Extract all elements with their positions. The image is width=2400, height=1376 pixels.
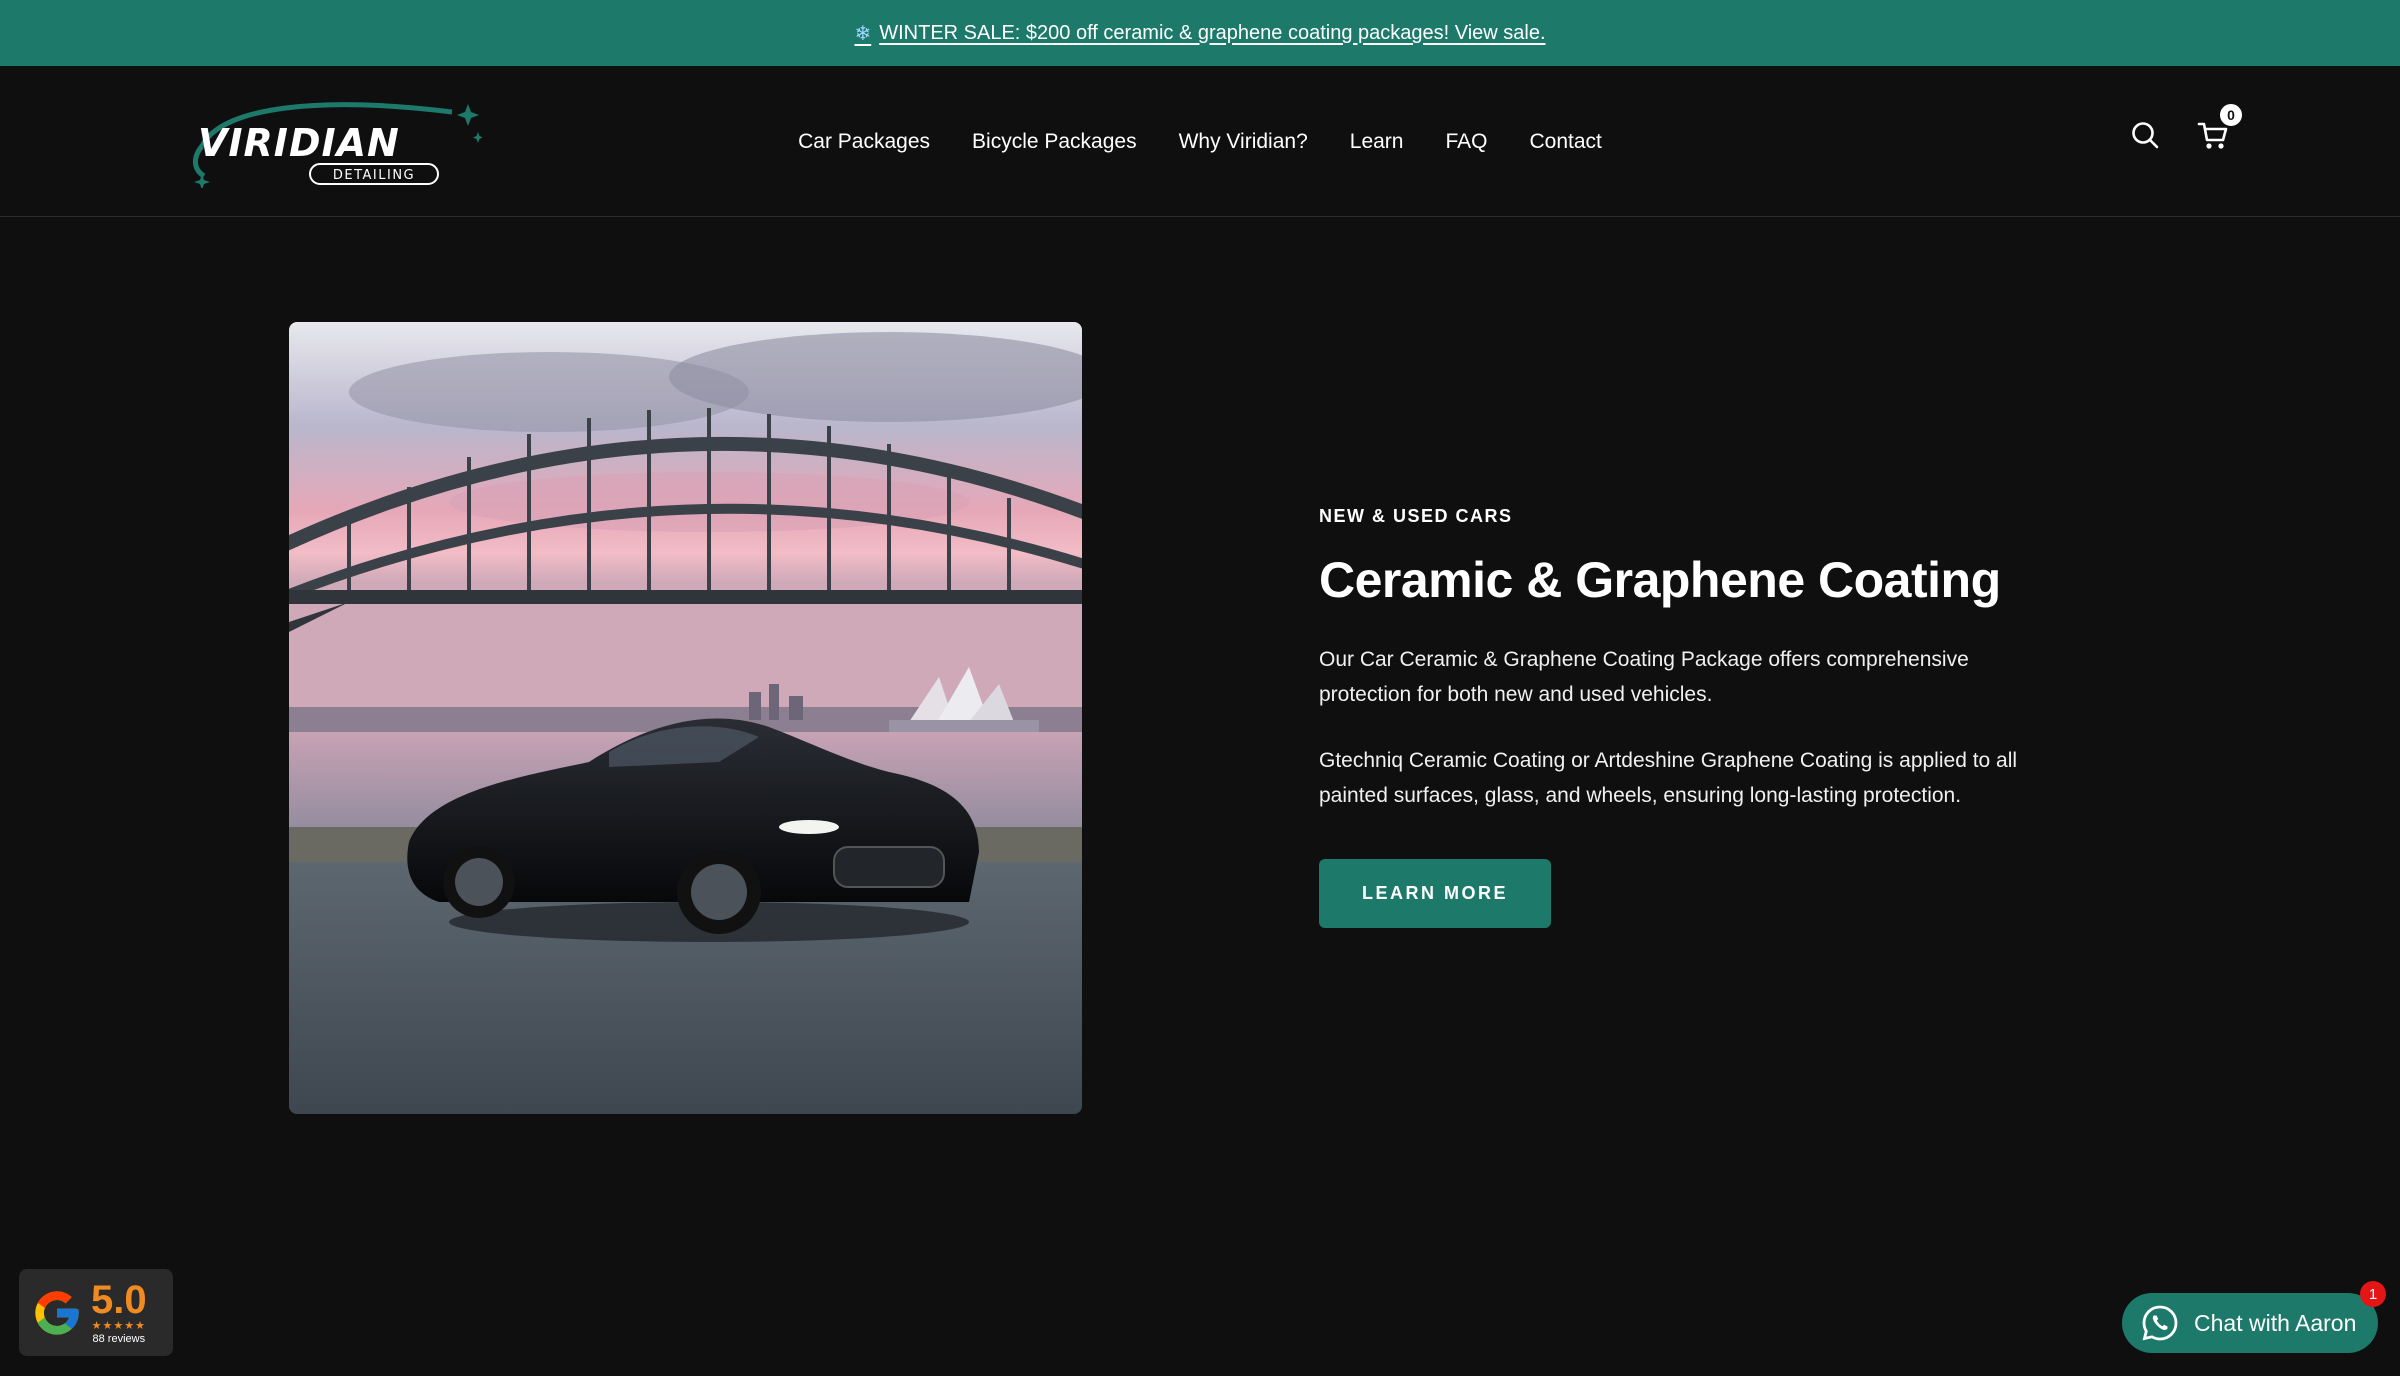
chat-notification-badge: 1 xyxy=(2360,1281,2386,1307)
star-rating-icon: ★★★★★ xyxy=(91,1319,146,1332)
google-review-count: 88 reviews xyxy=(92,1332,146,1345)
hero-content: NEW & USED CARS Ceramic & Graphene Coati… xyxy=(1319,506,2039,928)
nav-item-contact[interactable]: Contact xyxy=(1530,130,1602,154)
google-g-icon xyxy=(35,1290,79,1335)
logo-graphic: VIRIDIAN DETAILING xyxy=(193,102,483,190)
whatsapp-icon xyxy=(2142,1305,2178,1341)
hero-paragraph-2: Gtechniq Ceramic Coating or Artdeshine G… xyxy=(1319,749,2018,807)
brand-logo[interactable]: VIRIDIAN DETAILING xyxy=(182,98,483,190)
hero-car-bridge-illustration xyxy=(289,322,1082,1114)
google-reviews-badge[interactable]: 5.0 ★★★★★ 88 reviews xyxy=(19,1269,173,1356)
logo-subtext: DETAILING xyxy=(333,168,415,183)
cart-count-badge: 0 xyxy=(2218,102,2244,128)
nav-item-faq[interactable]: FAQ xyxy=(1445,130,1487,154)
nav-item-bicycle-packages[interactable]: Bicycle Packages xyxy=(972,130,1137,154)
cart-button[interactable]: 0 xyxy=(2196,102,2244,152)
chat-button[interactable]: Chat with Aaron 1 xyxy=(2122,1281,2386,1353)
header-actions: 0 xyxy=(2128,102,2244,152)
search-icon xyxy=(2132,122,2159,149)
google-score: 5.0 xyxy=(91,1277,147,1322)
snowflake-icon: ❄ xyxy=(854,22,872,45)
hero-image xyxy=(289,322,1082,1114)
google-rating: 5.0 ★★★★★ 88 reviews xyxy=(91,1280,147,1346)
chat-label: Chat with Aaron xyxy=(2194,1309,2357,1336)
nav-item-learn[interactable]: Learn xyxy=(1350,130,1404,154)
nav-item-car-packages[interactable]: Car Packages xyxy=(798,130,930,154)
logo-wordmark: VIRIDIAN xyxy=(198,121,400,165)
site-header: VIRIDIAN DETAILING Car Packages Bicycle … xyxy=(0,66,2400,217)
hero-paragraph-1: Our Car Ceramic & Graphene Coating Packa… xyxy=(1319,648,1969,706)
nav-item-why-viridian[interactable]: Why Viridian? xyxy=(1179,130,1308,154)
hero-eyebrow: NEW & USED CARS xyxy=(1319,506,1513,526)
announcement-text: WINTER SALE: $200 off ceramic & graphene… xyxy=(879,21,1546,44)
search-button[interactable] xyxy=(2128,118,2162,152)
learn-more-button[interactable]: LEARN MORE xyxy=(1319,859,1551,928)
announcement-bar: ❄ WINTER SALE: $200 off ceramic & graphe… xyxy=(0,0,2400,66)
nav-list: Car Packages Bicycle Packages Why Viridi… xyxy=(798,130,1602,154)
hero-title: Ceramic & Graphene Coating xyxy=(1319,552,2001,608)
announcement-link[interactable]: ❄ WINTER SALE: $200 off ceramic & graphe… xyxy=(854,21,1545,46)
